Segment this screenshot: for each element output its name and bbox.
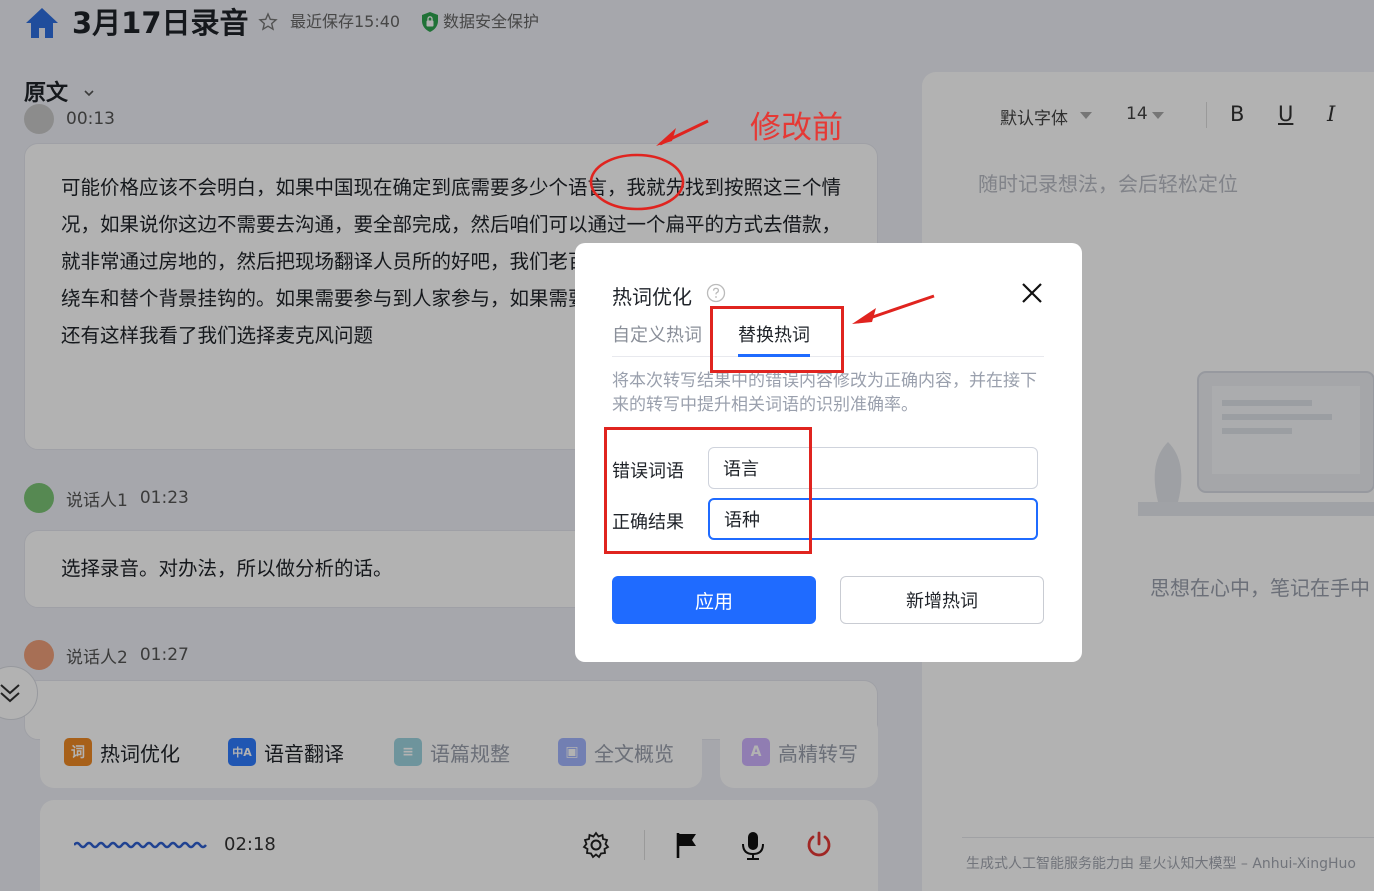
- annotation-box-tab: [710, 306, 844, 373]
- annotation-ellipse: [589, 153, 685, 211]
- annotation-box-fields: [604, 427, 812, 554]
- annotation-arrowhead: [852, 308, 876, 324]
- annotation-arrowhead: [656, 128, 676, 146]
